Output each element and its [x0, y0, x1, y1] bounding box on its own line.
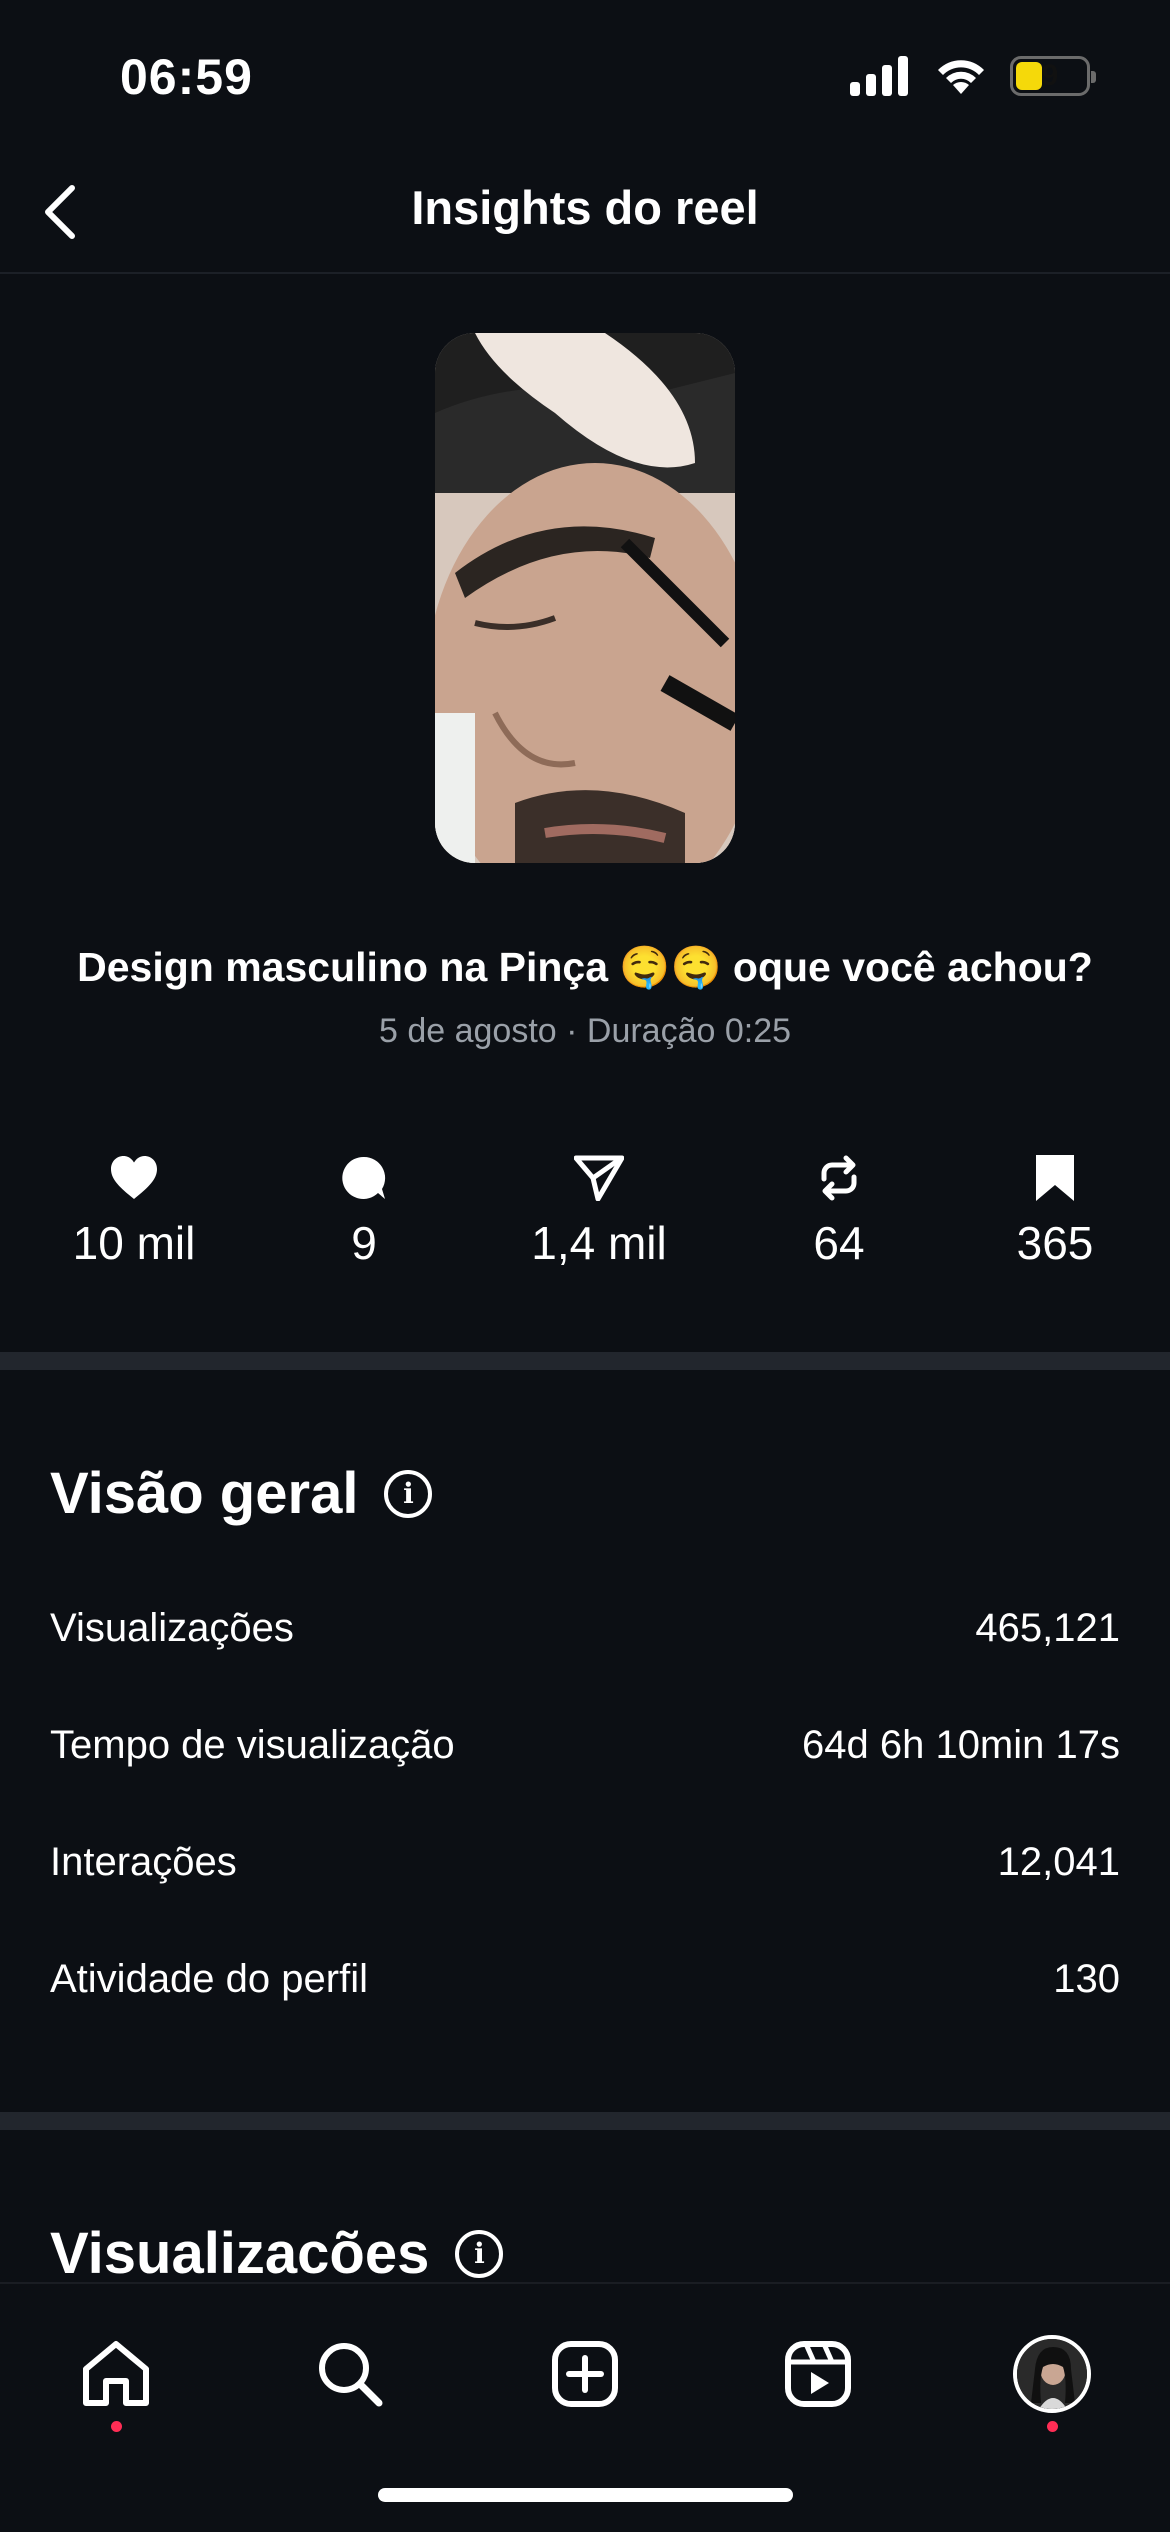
home-icon	[83, 2341, 149, 2406]
reel-caption: Design masculino na Pinça 🤤🤤 oque você a…	[77, 944, 1093, 990]
section-divider	[0, 2112, 1170, 2130]
metric-value: 64d 6h 10min 17s	[801, 1723, 1120, 1767]
reposts-stat: 64	[739, 1150, 939, 1270]
comment-icon	[342, 1156, 386, 1199]
wifi-icon	[938, 60, 984, 94]
metric-label: Interações	[50, 1840, 237, 1884]
battery-icon: 9	[1010, 56, 1096, 96]
metric-value: 130	[1053, 1957, 1120, 2001]
tab-reels[interactable]	[768, 2324, 868, 2424]
reposts-count: 64	[813, 1217, 865, 1269]
metric-row-profile-activity: Atividade do perfil 130	[50, 1957, 1120, 2002]
shares-count: 1,4 mil	[531, 1217, 667, 1269]
views-title: Visualizacões	[50, 2221, 430, 2286]
section-divider	[0, 1352, 1170, 1370]
bookmark-icon	[1036, 1155, 1074, 1201]
reel-date-duration: 5 de agosto · Duração 0:25	[378, 1012, 792, 1050]
profile-avatar	[1013, 2335, 1091, 2413]
search-icon	[319, 2343, 383, 2407]
comments-stat: 9	[264, 1150, 464, 1270]
tab-search[interactable]	[300, 2324, 400, 2424]
overview-title: Visão geral	[50, 1461, 359, 1526]
saves-count: 365	[1016, 1217, 1094, 1269]
heart-icon	[111, 1156, 157, 1199]
status-bar: 06:59 9	[0, 0, 1170, 150]
reel-thumbnail[interactable]	[435, 333, 735, 863]
reel-thumbnail-image	[435, 333, 735, 863]
metric-row-views: Visualizações 465,121	[50, 1606, 1120, 1651]
notification-dot	[111, 2421, 122, 2432]
saves-stat: 365	[955, 1150, 1155, 1270]
views-section-title: Visualizacões i	[50, 2220, 504, 2287]
status-time: 06:59	[120, 49, 253, 105]
info-icon[interactable]: i	[384, 1469, 433, 1518]
engagement-stats: 10 mil 9 1,4 mil 64 365	[0, 1150, 1170, 1280]
send-icon	[574, 1155, 624, 1201]
reel-insights-screen: 06:59 9 Insights do reel Design masculin…	[0, 0, 1170, 2532]
signal-icon	[850, 56, 908, 96]
top-nav-bar: Insights do reel	[0, 150, 1170, 274]
tab-create[interactable]	[535, 2324, 635, 2424]
metric-value: 465,121	[975, 1606, 1120, 1650]
metric-row-interactions: Interações 12,041	[50, 1840, 1120, 1885]
tab-profile[interactable]	[1002, 2324, 1102, 2432]
reels-icon	[785, 2341, 851, 2407]
metric-row-watch-time: Tempo de visualização 64d 6h 10min 17s	[50, 1723, 1120, 1768]
notification-dot	[1047, 2421, 1058, 2432]
overview-section-title: Visão geral i	[50, 1460, 433, 1527]
home-indicator[interactable]	[378, 2488, 793, 2502]
tab-home[interactable]	[66, 2324, 166, 2432]
shares-stat: 1,4 mil	[499, 1150, 699, 1270]
status-icons: 9	[850, 56, 1096, 96]
metric-label: Tempo de visualização	[50, 1723, 455, 1767]
create-icon	[552, 2341, 618, 2407]
repost-icon	[821, 1155, 857, 1201]
likes-count: 10 mil	[72, 1217, 196, 1269]
metric-label: Atividade do perfil	[50, 1957, 368, 2001]
page-title: Insights do reel	[411, 181, 759, 234]
comments-count: 9	[351, 1217, 377, 1269]
metric-label: Visualizações	[50, 1606, 294, 1650]
info-icon[interactable]: i	[455, 2229, 504, 2278]
battery-level: 9	[1041, 59, 1059, 92]
metric-value: 12,041	[997, 1840, 1120, 1884]
likes-stat: 10 mil	[34, 1150, 234, 1270]
